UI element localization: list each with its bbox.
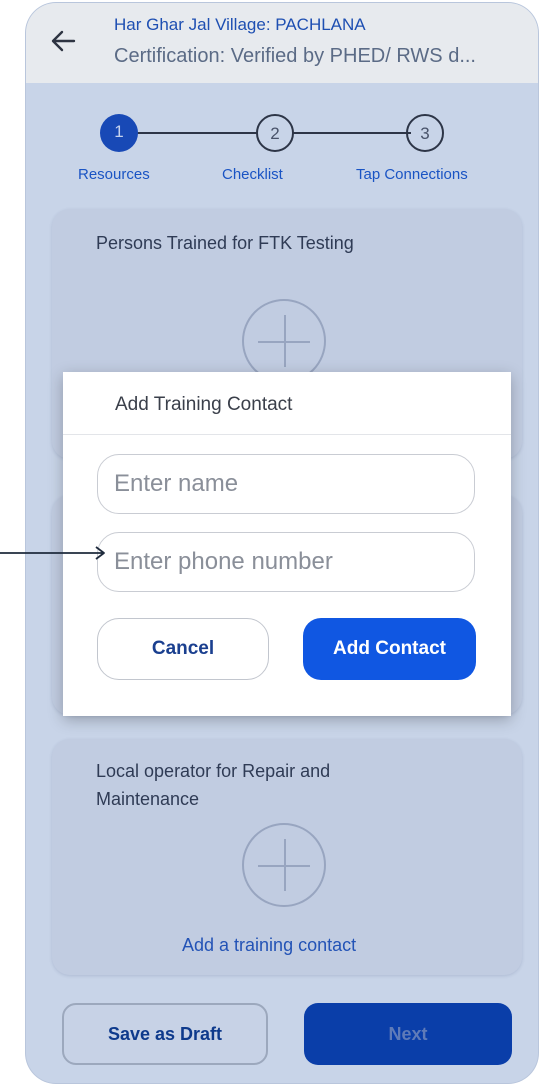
pointer-arrow-icon: [0, 546, 105, 560]
certification-subtitle: Certification: Verified by PHED/ RWS d..…: [114, 45, 476, 67]
step-1-indicator[interactable]: 1: [100, 114, 138, 152]
step-1-label: Resources: [78, 166, 150, 183]
stepper-connector: [137, 132, 257, 134]
stepper-connector: [293, 132, 411, 134]
back-arrow-icon[interactable]: [48, 26, 78, 56]
next-button[interactable]: Next: [304, 1003, 512, 1065]
step-2-indicator[interactable]: 2: [256, 114, 294, 152]
phone-input[interactable]: [97, 532, 475, 592]
card-title: Persons Trained for FTK Testing: [96, 233, 354, 253]
village-title: Har Ghar Jal Village: PACHLANA: [114, 15, 366, 34]
save-draft-button[interactable]: Save as Draft: [62, 1003, 268, 1065]
dialog-title: Add Training Contact: [115, 394, 293, 415]
step-3-label: Tap Connections: [356, 166, 468, 183]
add-training-contact-dialog: Add Training Contact Cancel Add Contact: [63, 372, 511, 716]
add-contact-button[interactable]: Add Contact: [303, 618, 476, 680]
operator-card: Local operator for Repair and Maintenanc…: [52, 739, 522, 975]
step-3-indicator[interactable]: 3: [406, 114, 444, 152]
step-2-label: Checklist: [222, 166, 283, 183]
dialog-divider: [63, 434, 511, 435]
cancel-button[interactable]: Cancel: [97, 618, 269, 680]
add-training-contact-link[interactable]: Add a training contact: [182, 935, 356, 956]
add-circle-icon[interactable]: [242, 823, 326, 907]
top-app-bar: Har Ghar Jal Village: PACHLANA Certifica…: [26, 3, 538, 83]
name-input[interactable]: [97, 454, 475, 514]
add-circle-icon[interactable]: [242, 299, 326, 383]
card-title: Local operator for Repair and Maintenanc…: [96, 761, 331, 809]
